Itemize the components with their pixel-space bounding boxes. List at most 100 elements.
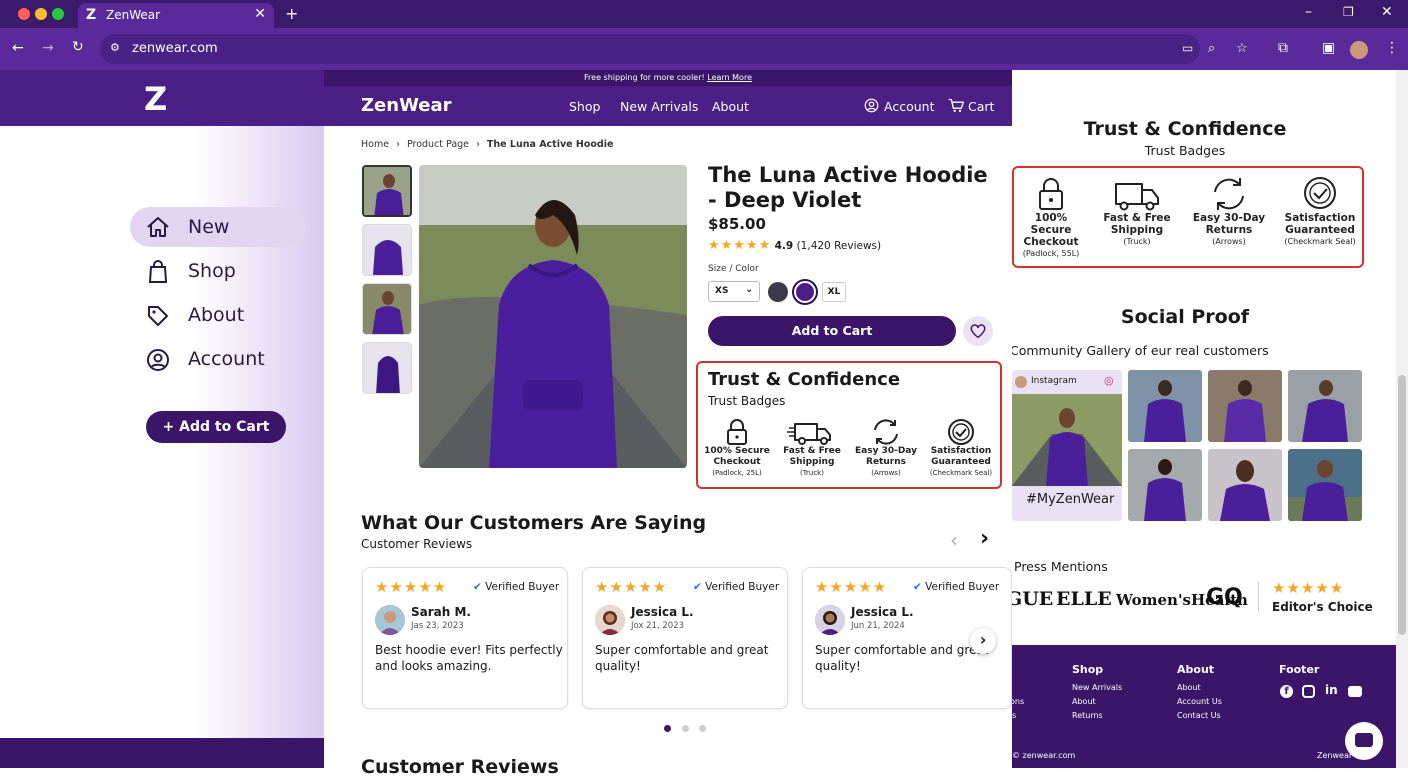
gallery-image[interactable]	[1128, 449, 1202, 521]
nav-item-shop[interactable]: Shop	[130, 251, 306, 291]
trust-badges-card-right: 100% Secure Checkout (Padlock, 55L) Fast …	[1012, 166, 1364, 268]
minimize-window-button[interactable]	[35, 8, 47, 20]
size-select[interactable]: XS ⌄	[708, 281, 760, 302]
instagram-label: Instagram	[1031, 376, 1077, 386]
carousel-dot[interactable]	[682, 725, 689, 732]
reload-icon[interactable]: ↻	[72, 39, 84, 55]
cart-icon[interactable]	[948, 98, 964, 113]
instagram-icon[interactable]	[1302, 685, 1315, 698]
add-to-cart-button[interactable]: Add to Cart	[708, 316, 956, 346]
footer-link[interactable]: Account Us	[1177, 697, 1222, 706]
close-icon[interactable]: ✕	[1381, 4, 1393, 20]
footer-link[interactable]: ons	[1012, 697, 1024, 706]
verified-badge: ✔ Verified Buyer	[693, 581, 780, 593]
logo[interactable]: Z	[144, 80, 167, 118]
facebook-icon[interactable]: f	[1280, 685, 1293, 698]
breadcrumb-home[interactable]: Home	[361, 139, 389, 150]
menu-icon[interactable]: ⋮	[1385, 40, 1399, 56]
account-icon[interactable]	[864, 98, 879, 113]
learn-more-link[interactable]: Learn More	[707, 73, 752, 82]
extensions-icon[interactable]: ⧉	[1278, 40, 1288, 56]
cast-icon[interactable]: ▭	[1182, 41, 1193, 55]
product-thumbnail[interactable]	[362, 165, 412, 217]
footer-title: Footer	[1279, 663, 1320, 676]
instagram-post[interactable]: Instagram ◎ #MyZenWear	[1012, 370, 1122, 521]
footer-link[interactable]: Returns	[1072, 711, 1103, 720]
brand-logo[interactable]: ZenWear	[361, 95, 452, 116]
tab-title: ZenWear	[106, 8, 161, 22]
tag-icon	[146, 304, 170, 328]
product-thumbnail[interactable]	[362, 283, 412, 335]
color-swatch-violet[interactable]	[794, 281, 816, 303]
close-tab-icon[interactable]: ✕	[254, 6, 266, 22]
scrollbar-thumb[interactable]	[1398, 375, 1406, 635]
account-link[interactable]: Account	[884, 99, 934, 114]
product-page: Free shipping for more cooler! Learn Mor…	[324, 70, 1012, 778]
product-thumbnail[interactable]	[362, 224, 412, 276]
gallery-image[interactable]	[1208, 449, 1282, 521]
nav-link-shop[interactable]: Shop	[569, 99, 600, 114]
new-tab-icon[interactable]: +	[285, 4, 298, 23]
bookmark-star-icon[interactable]: ☆	[1236, 41, 1248, 56]
color-swatch-charcoal[interactable]	[768, 282, 788, 302]
browser-tab[interactable]: Z ZenWear ✕	[78, 3, 274, 28]
nav-item-about[interactable]: About	[130, 295, 306, 335]
review-count: (1,420 Reviews)	[796, 240, 882, 252]
wishlist-button[interactable]	[963, 316, 993, 346]
nav-link-new-arrivals[interactable]: New Arrivals	[620, 99, 698, 114]
gallery-image[interactable]	[1288, 370, 1362, 442]
footer-about-title: About	[1177, 663, 1215, 676]
footer-link[interactable]: About	[1177, 683, 1201, 692]
carousel-dot[interactable]	[699, 725, 706, 732]
side-panel-icon[interactable]: ▣	[1322, 40, 1335, 56]
chevron-down-icon: ⌄	[745, 284, 754, 295]
url-text: zenwear.com	[132, 41, 218, 56]
minimize-icon[interactable]: –	[1305, 4, 1312, 20]
carousel-prev-icon[interactable]: ‹	[950, 528, 958, 552]
reviewer-name: Jessica L.	[631, 605, 694, 619]
product-thumbnail[interactable]	[362, 342, 412, 394]
breadcrumb-product-page[interactable]: Product Page	[407, 139, 469, 150]
user-circle-icon	[146, 348, 170, 372]
youtube-icon[interactable]	[1348, 686, 1362, 697]
carousel-next-icon[interactable]: ›	[980, 526, 989, 551]
footer-link[interactable]: s	[1012, 711, 1016, 720]
carousel-dot-active[interactable]	[664, 725, 671, 732]
nav-item-new[interactable]: New	[130, 207, 306, 247]
gallery-image[interactable]	[1128, 370, 1202, 442]
footer-link[interactable]: Contact Us	[1177, 711, 1221, 720]
size-option-xl[interactable]: XL	[822, 282, 846, 302]
chevron-right-icon: ›	[979, 630, 987, 649]
zoom-icon[interactable]: ⌕	[1208, 41, 1215, 56]
footer-link[interactable]: New Arrivals	[1072, 683, 1122, 692]
nav-item-account[interactable]: Account	[130, 339, 306, 379]
linkedin-icon[interactable]: in	[1325, 683, 1338, 697]
product-rating[interactable]: ★★★★★ 4.9 (1,420 Reviews)	[708, 238, 881, 253]
scrollbar[interactable]	[1396, 70, 1408, 768]
restore-icon[interactable]: ❐	[1343, 5, 1354, 19]
back-icon[interactable]: ←	[12, 40, 24, 56]
address-bar[interactable]: ⚙ zenwear.com ▭ ⌕ ☆	[100, 34, 1248, 64]
maximize-window-button[interactable]	[52, 8, 64, 20]
site-info-icon[interactable]: ⚙	[110, 41, 120, 54]
forward-icon[interactable]: →	[42, 40, 54, 56]
close-window-button[interactable]	[18, 8, 30, 20]
add-to-cart-button-left[interactable]: + Add to Cart	[146, 411, 286, 443]
chat-button[interactable]	[1345, 722, 1383, 760]
gallery-image[interactable]	[1288, 449, 1362, 521]
footer-link[interactable]: About	[1072, 697, 1096, 706]
editors-choice: Editor's Choice	[1272, 600, 1373, 614]
profile-avatar[interactable]	[1350, 41, 1368, 59]
gallery-image[interactable]	[1208, 370, 1282, 442]
heart-icon	[970, 324, 986, 338]
browser-tab-strip: Z ZenWear ✕ + – ❐ ✕	[0, 0, 1408, 28]
nav-link-about[interactable]: About	[712, 99, 749, 114]
review-date: Jun 21, 2024	[851, 621, 905, 631]
press-logo-vogue: GUE	[1012, 588, 1054, 610]
editor-stars: ★★★★★	[1272, 579, 1345, 597]
review-next-button[interactable]: ›	[970, 628, 996, 654]
reviews-subtitle: Customer Reviews	[361, 537, 473, 551]
avatar	[1015, 376, 1027, 388]
social-proof-title: Social Proof	[1120, 306, 1250, 328]
cart-link[interactable]: Cart	[968, 99, 994, 114]
